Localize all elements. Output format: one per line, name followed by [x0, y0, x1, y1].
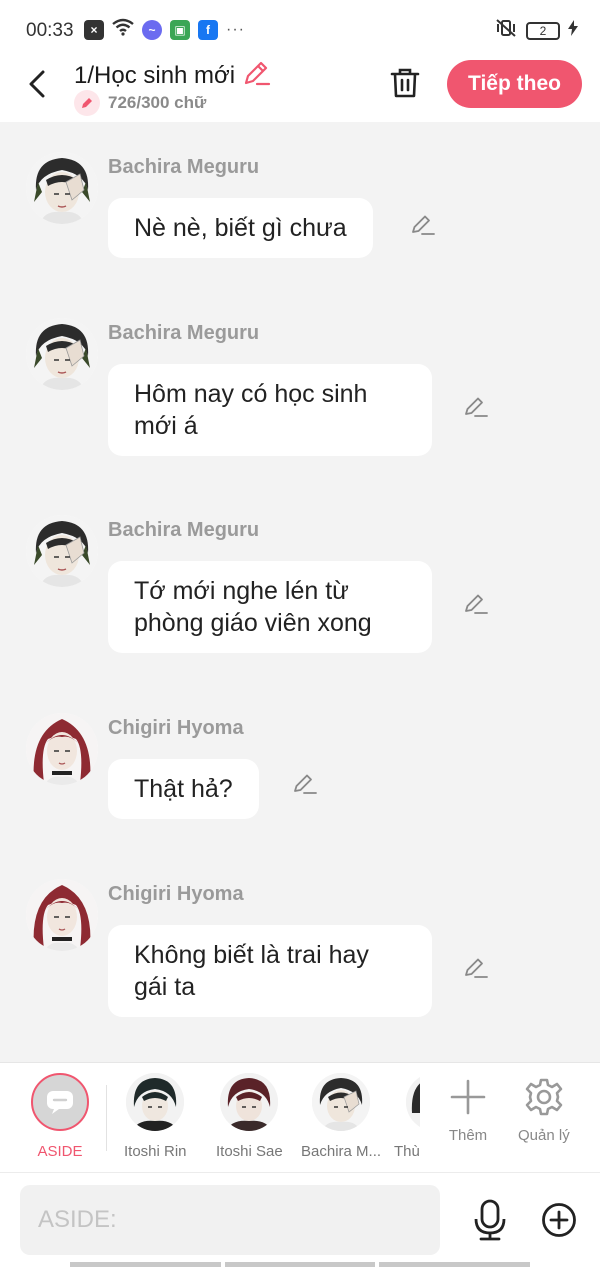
- character-itoshi-rin[interactable]: Itoshi Rin: [124, 1073, 187, 1160]
- add-character-button[interactable]: Thêm: [448, 1077, 488, 1144]
- character-itoshi-sae[interactable]: Itoshi Sae: [216, 1073, 283, 1160]
- word-count: 726/300 chữ: [108, 93, 207, 112]
- message-bubble[interactable]: Tớ mới nghe lén từ phòng giáo viên xong: [108, 561, 432, 653]
- avatar: [312, 1073, 371, 1131]
- divider: [106, 1085, 107, 1151]
- add-attachment-button[interactable]: [540, 1201, 578, 1239]
- message-line: Thật hả?: [134, 775, 233, 803]
- message-line: Nè nè, biết gì chưa: [134, 214, 347, 242]
- message-line: Không biết là trai hay: [134, 941, 369, 969]
- chat-area: Bachira Meguru Nè nè, biết gì chưa Bachi…: [0, 122, 600, 1062]
- sender-name: Chigiri Hyoma: [108, 717, 244, 739]
- character-label: Thù: [394, 1143, 420, 1160]
- character-aside[interactable]: ASIDE: [31, 1073, 89, 1160]
- message-bubble[interactable]: Hôm nay có học sinh mới á: [108, 364, 432, 456]
- keyboard-hint-strip: [70, 1262, 531, 1267]
- battery-icon: 2: [526, 21, 560, 40]
- avatar: [220, 1073, 279, 1131]
- delete-button[interactable]: [388, 64, 422, 102]
- sender-name: Chigiri Hyoma: [108, 883, 244, 905]
- edit-title-icon[interactable]: [241, 58, 271, 93]
- message-line: gái ta: [134, 973, 196, 1001]
- charging-icon: [568, 20, 578, 41]
- plus-circle-icon: [542, 1203, 576, 1237]
- app-notification-icon: ▣: [170, 19, 190, 40]
- messenger-icon: ~: [142, 19, 162, 40]
- character-partial[interactable]: Thù: [394, 1073, 420, 1160]
- character-label: Itoshi Rin: [124, 1143, 187, 1160]
- avatar-bachira[interactable]: [26, 515, 98, 587]
- character-label: Bachira M...: [301, 1143, 382, 1160]
- avatar: [406, 1073, 420, 1131]
- message-bubble[interactable]: Nè nè, biết gì chưa: [108, 198, 373, 258]
- avatar-chigiri[interactable]: [26, 879, 98, 951]
- facebook-icon: f: [198, 19, 218, 40]
- chat-bubble-icon: [47, 1091, 73, 1114]
- page-title: 1/Học sinh mới: [74, 61, 236, 89]
- edit-message-icon[interactable]: [292, 771, 318, 797]
- manage-label: Quản lý: [518, 1127, 570, 1144]
- avatar-chigiri[interactable]: [26, 713, 98, 785]
- sender-name: Bachira Meguru: [108, 156, 260, 178]
- avatar-bachira[interactable]: [26, 318, 98, 390]
- message-line: Tớ mới nghe lén từ: [134, 577, 349, 605]
- edit-message-icon[interactable]: [463, 394, 489, 420]
- next-button[interactable]: Tiếp theo: [447, 60, 582, 108]
- notification-x-icon: ×: [84, 19, 104, 40]
- avatar: [126, 1073, 185, 1131]
- message-input[interactable]: [20, 1185, 440, 1255]
- chevron-left-icon: [29, 70, 45, 98]
- character-label: Itoshi Sae: [216, 1143, 283, 1160]
- more-notifications-icon: ···: [226, 20, 245, 38]
- sender-name: Bachira Meguru: [108, 322, 260, 344]
- manage-button[interactable]: Quản lý: [518, 1077, 570, 1144]
- message-bubble[interactable]: Không biết là trai hay gái ta: [108, 925, 432, 1017]
- edit-message-icon[interactable]: [463, 591, 489, 617]
- plus-icon: [450, 1079, 486, 1115]
- avatar-bachira[interactable]: [26, 152, 98, 224]
- voice-input-button[interactable]: [470, 1197, 510, 1243]
- add-label: Thêm: [448, 1127, 488, 1144]
- edit-message-icon[interactable]: [410, 212, 436, 238]
- trash-icon: [390, 68, 420, 98]
- sender-name: Bachira Meguru: [108, 519, 260, 541]
- pencil-icon: [74, 90, 100, 116]
- character-label: ASIDE: [37, 1143, 83, 1160]
- edit-message-icon[interactable]: [463, 955, 489, 981]
- message-bubble[interactable]: Thật hả?: [108, 759, 259, 819]
- wifi-icon: [112, 18, 134, 41]
- back-button[interactable]: [22, 66, 52, 102]
- vibrate-mute-icon: [494, 18, 518, 43]
- microphone-icon: [474, 1199, 506, 1241]
- message-line: Hôm nay có học sinh: [134, 380, 368, 408]
- character-bar: ASIDE Itoshi Rin Itoshi Sae Bachira M...…: [0, 1062, 600, 1172]
- character-bachira-meguru[interactable]: Bachira M...: [301, 1073, 381, 1160]
- status-time: 00:33: [26, 20, 74, 41]
- gear-icon: [525, 1078, 563, 1116]
- input-row: [0, 1172, 600, 1267]
- message-line: mới á: [134, 412, 198, 440]
- header: 1/Học sinh mới 726/300 chữ Tiếp theo: [0, 60, 600, 122]
- status-bar: 00:33 × ~ ▣ f ··· 2: [0, 0, 600, 60]
- message-line: phòng giáo viên xong: [134, 609, 372, 637]
